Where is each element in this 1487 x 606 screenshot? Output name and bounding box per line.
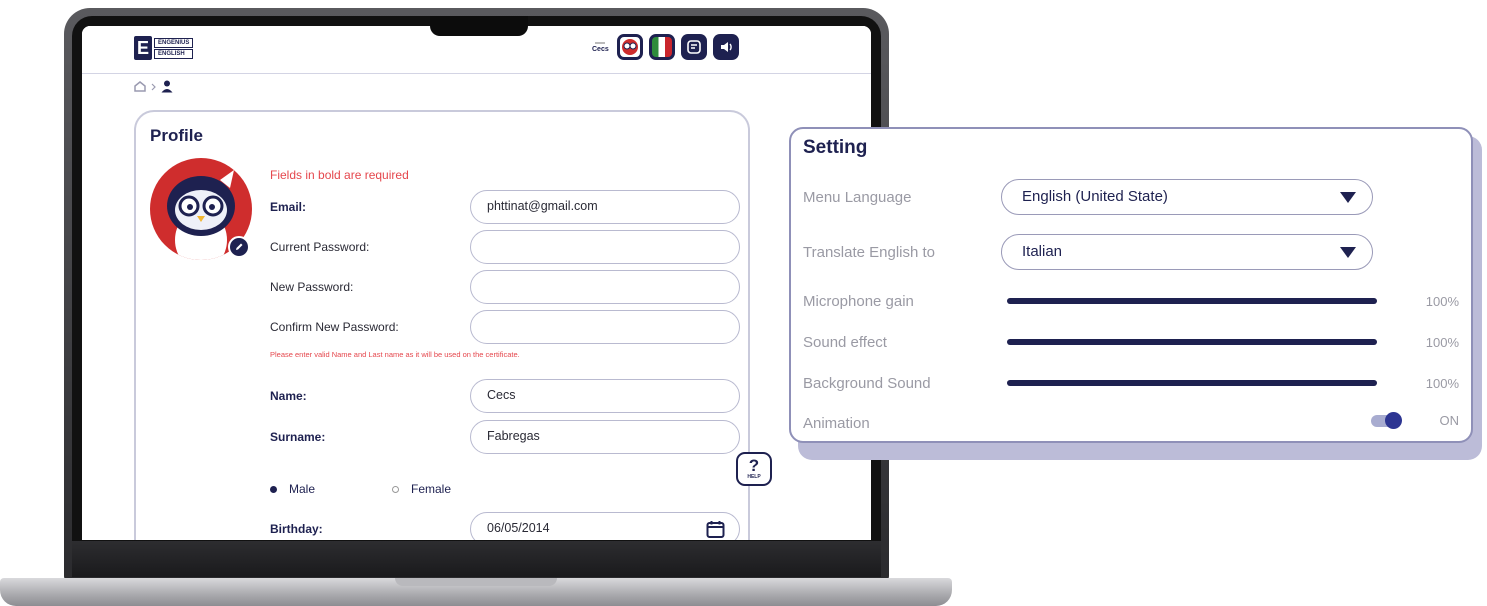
home-icon[interactable] (134, 81, 146, 92)
sound-button[interactable] (712, 34, 739, 60)
translate-language-value: Italian (1022, 243, 1063, 260)
email-label: Email: (270, 200, 307, 214)
profile-card: Profile Fields in bold are required Emai… (134, 110, 750, 540)
sound-effect-fill (1007, 339, 1377, 345)
sound-effect-label: Sound effect (803, 334, 887, 351)
brand-logo[interactable]: E ENGENIUS ENGLISH (134, 36, 194, 60)
surname-field[interactable]: Fabregas (470, 420, 740, 454)
male-radio[interactable] (270, 485, 277, 493)
sound-icon (720, 42, 732, 52)
male-label: Male (289, 482, 316, 496)
animation-state: ON (1439, 413, 1460, 428)
menu-language-label: Menu Language (803, 189, 912, 206)
animation-toggle-knob (1385, 412, 1402, 429)
animation-label: Animation (803, 415, 870, 432)
female-label: Female (411, 482, 452, 496)
top-icons: Cecs (592, 34, 739, 60)
calendar-icon[interactable] (706, 520, 725, 539)
menu-language-select[interactable]: English (United State) (1001, 179, 1373, 215)
profile-title: Profile (150, 126, 203, 145)
chevron-down-icon (1340, 192, 1356, 203)
confirm-password-label: Confirm New Password: (270, 320, 399, 334)
name-field[interactable]: Cecs (470, 379, 740, 413)
gender-female-option[interactable]: Female (392, 482, 451, 496)
user-chip[interactable]: Cecs (592, 41, 609, 53)
settings-title: Setting (803, 137, 868, 158)
edit-avatar-button[interactable] (228, 236, 250, 258)
language-flag-button[interactable] (648, 34, 675, 60)
sound-effect-slider[interactable] (1007, 339, 1377, 345)
current-password-field[interactable] (470, 230, 740, 264)
background-sound-slider[interactable] (1007, 380, 1377, 386)
brand-line-1: ENGENIUS (154, 37, 194, 48)
brand-logo-mark: E (134, 36, 152, 60)
confirm-password-field[interactable] (470, 310, 740, 344)
birthday-field[interactable]: 06/05/2014 (470, 512, 740, 540)
required-fields-note: Fields in bold are required (270, 168, 409, 182)
female-radio[interactable] (392, 485, 399, 493)
laptop-chin (72, 541, 881, 577)
background-sound-value: 100% (1425, 376, 1459, 391)
gender-male-option[interactable]: Male (270, 482, 315, 496)
help-button[interactable]: ? HELP (736, 452, 772, 486)
laptop-camera-notch (430, 16, 528, 36)
new-password-field[interactable] (470, 270, 740, 304)
surname-label: Surname: (270, 430, 326, 444)
certificate-name-note: Please enter valid Name and Last name as… (270, 350, 520, 359)
settings-panel: Setting Menu Language English (United St… (789, 127, 1473, 443)
owl-avatar-button[interactable] (616, 34, 643, 60)
microphone-gain-fill (1007, 298, 1377, 304)
new-password-label: New Password: (270, 280, 354, 294)
breadcrumb (134, 80, 173, 93)
translate-language-select[interactable]: Italian (1001, 234, 1373, 270)
brand-logo-text: ENGENIUS ENGLISH (154, 37, 194, 59)
background-sound-label: Background Sound (803, 375, 931, 392)
name-label: Name: (270, 389, 307, 403)
help-question-icon: ? (748, 456, 760, 475)
user-icon[interactable] (161, 80, 173, 93)
current-password-label: Current Password: (270, 240, 370, 254)
translate-label: Translate English to (803, 244, 936, 261)
birthday-label: Birthday: (270, 522, 323, 536)
notes-icon (686, 40, 701, 54)
brand-line-2: ENGLISH (154, 48, 194, 59)
user-name: Cecs (592, 46, 609, 53)
laptop-base-lip (395, 578, 557, 586)
email-field[interactable]: phttinat@gmail.com (470, 190, 740, 224)
background-sound-fill (1007, 380, 1377, 386)
animation-toggle[interactable] (1371, 412, 1402, 429)
sound-effect-value: 100% (1425, 335, 1459, 350)
birthday-value: 06/05/2014 (487, 521, 550, 535)
chevron-right-icon (151, 83, 156, 90)
microphone-gain-slider[interactable] (1007, 298, 1377, 304)
pencil-icon (236, 243, 243, 250)
microphone-gain-value: 100% (1425, 294, 1459, 309)
chevron-down-icon (1340, 247, 1356, 258)
microphone-gain-label: Microphone gain (803, 293, 914, 310)
help-label: HELP (747, 474, 761, 480)
notes-button[interactable] (680, 34, 707, 60)
owl-avatar-icon (621, 39, 638, 55)
menu-language-value: English (United State) (1022, 188, 1168, 205)
